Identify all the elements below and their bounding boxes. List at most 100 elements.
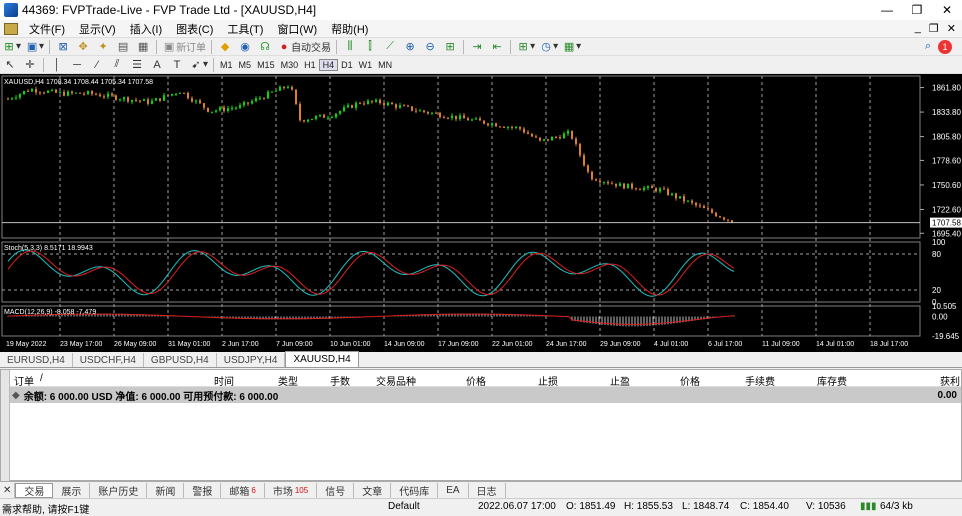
col-commission[interactable]: 手续费 — [745, 373, 775, 388]
arrows-icon[interactable]: ➹ ▾ — [189, 57, 208, 73]
templates-icon[interactable]: ▦ ▾ — [562, 39, 581, 55]
col-price[interactable]: 价格 — [466, 373, 486, 388]
terminal-tab-trade[interactable]: 交易 — [15, 482, 54, 498]
col-tp[interactable]: 止盈 — [610, 373, 630, 388]
candle-chart-icon[interactable]: ⫿ — [362, 39, 378, 55]
profiles-icon[interactable]: ▣ ▾ — [25, 39, 44, 55]
col-time[interactable]: 时间 — [214, 373, 234, 388]
menu-help[interactable]: 帮助(H) — [324, 21, 375, 37]
candle-body — [223, 107, 225, 111]
chart-tab-gbpusd[interactable]: GBPUSD,H4 — [144, 353, 217, 367]
col-symbol[interactable]: 交易品种 — [376, 373, 416, 388]
timeframe-m15[interactable]: M15 — [254, 60, 278, 70]
col-type[interactable]: 类型 — [278, 373, 298, 388]
auto-scroll-icon[interactable]: ⇥ — [469, 39, 485, 55]
terminal-close-icon[interactable]: ✕ — [0, 482, 16, 498]
timeframe-m1[interactable]: M1 — [217, 60, 236, 70]
line-chart-icon[interactable]: ⟋ — [382, 39, 398, 55]
tile-windows-icon[interactable]: ⊞ — [442, 39, 458, 55]
timeframe-h4[interactable]: H4 — [318, 58, 339, 71]
candle-body — [547, 139, 549, 141]
chart-tab-usdjpy[interactable]: USDJPY,H4 — [217, 353, 286, 367]
market-watch-icon[interactable]: ⊠ — [55, 39, 71, 55]
chart-tab-usdchf[interactable]: USDCHF,H4 — [73, 353, 144, 367]
col-sl[interactable]: 止损 — [538, 373, 558, 388]
col-lots[interactable]: 手数 — [330, 373, 350, 388]
terminal-tab-articles[interactable]: 文章 — [354, 482, 392, 498]
terminal-tab-codebase[interactable]: 代码库 — [391, 482, 439, 498]
terminal-tab-signals[interactable]: 信号 — [317, 482, 355, 498]
fibonacci-icon[interactable]: ☰ — [129, 57, 145, 73]
chart-canvas[interactable]: 1861.80 1833.80 1805.80 1778.60 1750.60 1722.… — [0, 74, 962, 352]
timeframe-m30[interactable]: M30 — [278, 60, 302, 70]
chart-shift-icon[interactable]: ⇤ — [489, 39, 505, 55]
metaeditor-icon[interactable]: ◆ — [217, 39, 233, 55]
horizontal-line-icon[interactable]: ─ — [69, 57, 85, 73]
candle-body — [615, 183, 617, 187]
menu-chart[interactable]: 图表(C) — [169, 21, 220, 37]
text-icon[interactable]: A — [149, 57, 165, 73]
col-price2[interactable]: 价格 — [680, 373, 700, 388]
zoom-out-icon[interactable]: ⊖ — [422, 39, 438, 55]
time-tick-label: 29 Jun 09:00 — [600, 341, 641, 348]
terminal-tab-ea[interactable]: EA — [438, 482, 469, 498]
timeframe-m5[interactable]: M5 — [236, 60, 255, 70]
navigator-icon[interactable]: ✦ — [95, 39, 111, 55]
vertical-line-icon[interactable]: │ — [49, 57, 65, 73]
col-sort[interactable]: / — [40, 373, 43, 384]
auto-trading-button[interactable]: ● 自动交易 — [277, 39, 331, 55]
terminal-tab-exposure[interactable]: 展示 — [53, 482, 91, 498]
notification-badge[interactable]: 1 — [938, 39, 952, 54]
signal-icon[interactable]: ◉ — [237, 39, 253, 55]
chart-tab-xauusd[interactable]: XAUUSD,H4 — [285, 351, 359, 367]
terminal-icon[interactable]: ▤ — [115, 39, 131, 55]
timeframe-w1[interactable]: W1 — [356, 60, 376, 70]
timeframe-mn[interactable]: MN — [375, 60, 395, 70]
timeframe-d1[interactable]: D1 — [338, 60, 356, 70]
menu-file[interactable]: 文件(F) — [22, 21, 72, 37]
minimize-button[interactable]: — — [872, 0, 902, 20]
label-icon[interactable]: T — [169, 57, 185, 73]
channel-icon[interactable]: ⫽ — [109, 57, 125, 73]
timeframe-h1[interactable]: H1 — [301, 60, 319, 70]
terminal-tab-history[interactable]: 账户历史 — [90, 482, 148, 498]
menu-tools[interactable]: 工具(T) — [220, 21, 270, 37]
candle-body — [19, 93, 21, 98]
restore-button[interactable]: ❐ — [902, 0, 932, 20]
child-minimize-button[interactable]: _ — [915, 22, 921, 35]
close-button[interactable]: ✕ — [932, 0, 962, 20]
trendline-icon[interactable]: ⁄ — [89, 57, 105, 73]
status-traffic: 64/3 kb — [880, 501, 913, 512]
terminal-tab-journal[interactable]: 日志 — [469, 482, 506, 498]
indicators-icon[interactable]: ⊞ ▾ — [516, 39, 535, 55]
candle-body — [671, 193, 673, 196]
terminal-tab-news[interactable]: 新闻 — [147, 482, 185, 498]
col-order[interactable]: 订单 — [14, 373, 34, 388]
tester-icon[interactable]: ▦ — [135, 39, 151, 55]
menu-window[interactable]: 窗口(W) — [270, 21, 324, 37]
balance-row[interactable]: ◆ 余额: 6 000.00 USD 净值: 6 000.00 可用预付款: 6… — [10, 387, 961, 403]
candle-body — [567, 131, 569, 134]
chart-tab-eurusd[interactable]: EURUSD,H4 — [0, 353, 73, 367]
terminal-tab-mailbox[interactable]: 邮箱 6 — [221, 482, 265, 498]
terminal-tab-alerts[interactable]: 警报 — [184, 482, 222, 498]
crosshair-icon[interactable]: ✛ — [22, 57, 38, 73]
new-chart-icon[interactable]: ⊞ ▾ — [2, 39, 21, 55]
vps-icon[interactable]: ☊ — [257, 39, 273, 55]
status-profile[interactable]: Default — [388, 501, 420, 512]
bar-chart-icon[interactable]: ⫼ — [342, 39, 358, 55]
data-window-icon[interactable]: ✥ — [75, 39, 91, 55]
search-icon[interactable]: ⌕ — [920, 39, 936, 55]
periods-icon[interactable]: ◷ ▾ — [539, 39, 558, 55]
cursor-icon[interactable]: ↖ — [2, 57, 18, 73]
menu-insert[interactable]: 插入(I) — [123, 21, 169, 37]
price-chart[interactable]: 1861.80 1833.80 1805.80 1778.60 1750.60 1722.… — [0, 74, 962, 352]
zoom-in-icon[interactable]: ⊕ — [402, 39, 418, 55]
col-swap[interactable]: 库存费 — [817, 373, 847, 388]
terminal-tab-market[interactable]: 市场 105 — [265, 482, 318, 498]
child-restore-button[interactable]: ❐ — [929, 22, 939, 35]
new-order-button[interactable]: ▣ 新订单 — [162, 39, 206, 55]
col-profit[interactable]: 获利 — [940, 373, 960, 388]
menu-view[interactable]: 显示(V) — [72, 21, 123, 37]
child-close-button[interactable]: ✕ — [947, 22, 956, 35]
